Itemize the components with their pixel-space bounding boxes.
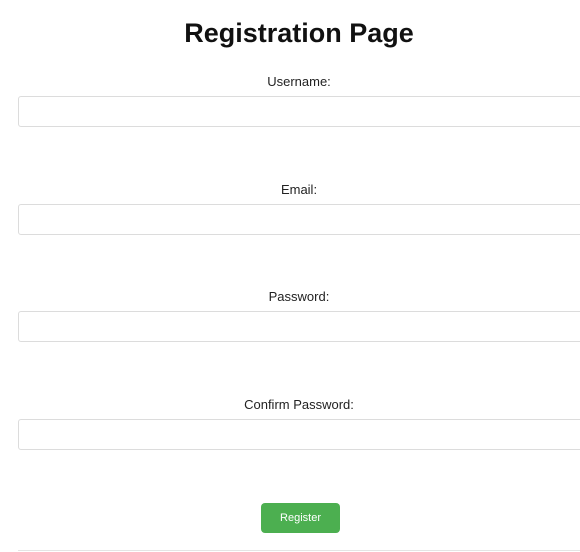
confirm-password-field[interactable] xyxy=(18,419,580,450)
password-label: Password: xyxy=(268,289,330,304)
confirm-password-label: Confirm Password: xyxy=(244,397,354,412)
register-button[interactable]: Register xyxy=(261,503,340,533)
email-field[interactable] xyxy=(18,204,580,235)
bottom-divider xyxy=(18,550,580,551)
registration-page: Registration Page Username: Email: Passw… xyxy=(0,0,580,552)
username-field[interactable] xyxy=(18,96,580,127)
username-label: Username: xyxy=(267,74,331,89)
page-title: Registration Page xyxy=(184,18,414,48)
password-field[interactable] xyxy=(18,311,580,342)
email-label: Email: xyxy=(280,182,318,197)
